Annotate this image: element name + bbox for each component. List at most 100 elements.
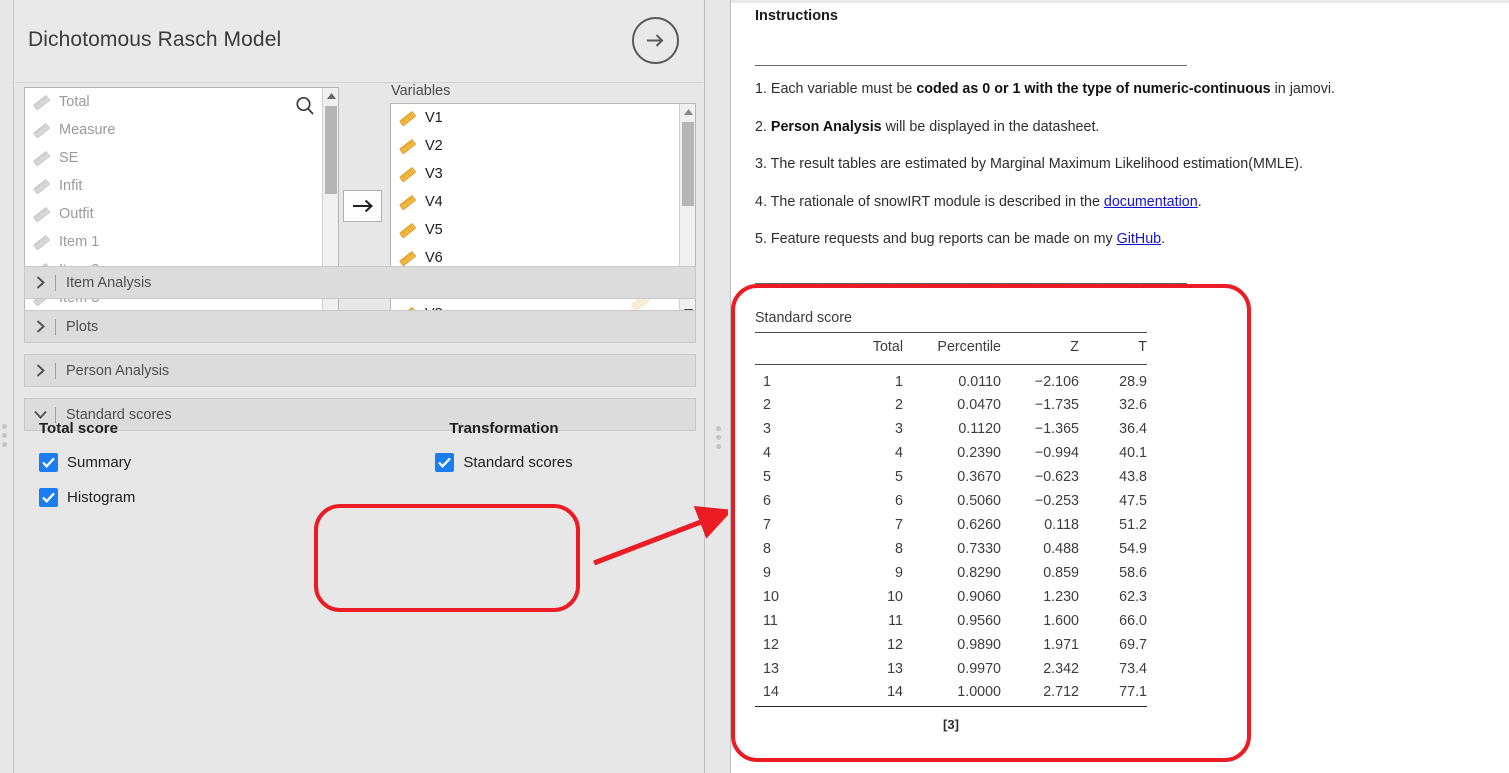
table-cell: 14: [763, 684, 779, 700]
variable-label: V2: [425, 138, 443, 154]
variable-item[interactable]: V2: [391, 132, 679, 160]
checkbox-indicator: [39, 488, 58, 507]
transformation-group-title: Transformation: [449, 420, 559, 437]
transfer-to-variables-button[interactable]: [343, 190, 382, 222]
instruction-emphasis: Person Analysis: [770, 118, 882, 135]
table-cell: 77.1: [1119, 684, 1147, 700]
ruler-icon: [399, 138, 416, 154]
instruction-text: .: [1161, 231, 1166, 248]
search-variables-button[interactable]: [294, 95, 316, 117]
ruler-icon: [33, 94, 50, 110]
table-cell: 10: [887, 589, 903, 605]
table-cell: 69.7: [1119, 637, 1147, 653]
standard-score-table-block[interactable]: Standard score Total Percentile Z T 1 1 0.011…: [755, 310, 1155, 732]
table-cell: 66.0: [1119, 613, 1147, 629]
table-column-header: Total: [819, 332, 903, 365]
variable-label: Measure: [59, 122, 116, 138]
arrow-right-icon: [352, 199, 373, 213]
available-variable-item[interactable]: Infit: [25, 172, 322, 200]
available-variable-item[interactable]: Measure: [25, 116, 322, 144]
scrollbar-thumb[interactable]: [325, 106, 337, 194]
table-row: 11 11 0.9560 1.600 66.0: [755, 609, 1147, 633]
hide-options-button[interactable]: [632, 17, 679, 64]
section-header-plots[interactable]: Plots: [24, 310, 696, 343]
instructions-block: Instructions ___________________________…: [755, 8, 1495, 298]
table-cell: 12: [763, 637, 779, 653]
app-root: Dichotomous Rasch Model Total Measure SE…: [0, 0, 1509, 773]
table-cell: 7: [895, 517, 903, 533]
panel-splitter[interactable]: [704, 0, 731, 773]
table-row: 4 4 0.2390 −0.994 40.1: [755, 441, 1147, 465]
variable-item[interactable]: V4: [391, 188, 679, 216]
scroll-up-arrow[interactable]: [323, 88, 339, 103]
instruction-item: 3. The result tables are estimated by Ma…: [755, 155, 1495, 174]
available-variable-item[interactable]: Total: [25, 88, 322, 116]
table-cell: 2.712: [1043, 684, 1079, 700]
check-icon: [42, 492, 55, 503]
instruction-text: in jamovi.: [1270, 81, 1335, 97]
check-icon: [42, 457, 55, 468]
table-row: 2 2 0.0470 −1.735 32.6: [755, 393, 1147, 417]
table-cell: 1: [895, 374, 903, 390]
instruction-number: 1.: [755, 81, 771, 97]
instruction-text: will be displayed in the datasheet.: [881, 118, 1100, 135]
section-header-item-analysis[interactable]: Item Analysis: [24, 266, 696, 299]
available-variable-item[interactable]: SE: [25, 144, 322, 172]
scrollbar-thumb[interactable]: [682, 122, 694, 206]
table-row: 9 9 0.8290 0.859 58.6: [755, 561, 1147, 585]
table-row: 1 1 0.0110 −2.106 28.9: [755, 365, 1147, 394]
ruler-icon: [33, 206, 50, 222]
table-cell: 51.2: [1119, 517, 1147, 533]
table-cell: 32.6: [1119, 397, 1147, 413]
table-cell: 62.3: [1119, 589, 1147, 605]
chevron-down-icon: [33, 410, 47, 419]
variable-item[interactable]: V5: [391, 216, 679, 244]
table-row: 5 5 0.3670 −0.623 43.8: [755, 465, 1147, 489]
results-top-divider: [731, 0, 1509, 3]
checkbox-histogram[interactable]: Histogram: [39, 488, 354, 507]
variable-label: V4: [425, 194, 443, 210]
section-toggle-icon[interactable]: [25, 410, 55, 419]
available-variable-item[interactable]: Outfit: [25, 200, 322, 228]
table-cell: 54.9: [1119, 541, 1147, 557]
standard-score-table[interactable]: Total Percentile Z T 1 1 0.0110 −2.106 28.9 2 2 0.…: [755, 332, 1147, 706]
table-cell: 7: [763, 517, 771, 533]
variable-item[interactable]: V1: [391, 104, 679, 132]
section-toggle-icon[interactable]: [25, 276, 55, 289]
link-github[interactable]: GitHub: [1117, 231, 1162, 247]
section-divider: [55, 362, 56, 379]
link-documentation[interactable]: documentation: [1104, 194, 1198, 210]
table-cell: 0.488: [1043, 541, 1079, 557]
available-variable-item[interactable]: Item 1: [25, 228, 322, 256]
table-cell: 1.971: [1043, 637, 1079, 653]
splitter-grip-dots: [2, 424, 7, 451]
section-header-person-analysis[interactable]: Person Analysis: [24, 354, 696, 387]
checkbox-indicator: [39, 453, 58, 472]
variable-label: V3: [425, 166, 443, 182]
left-panel-splitter[interactable]: [0, 0, 14, 773]
checkbox-summary[interactable]: Summary: [39, 453, 354, 472]
scroll-up-arrow[interactable]: [680, 104, 695, 119]
instruction-number: 2.: [755, 118, 771, 135]
section-toggle-icon[interactable]: [25, 364, 55, 377]
checkbox-label: Histogram: [67, 489, 136, 506]
table-cell: 40.1: [1119, 445, 1147, 461]
ruler-icon: [33, 178, 50, 194]
table-cell: 0.9060: [957, 589, 1001, 605]
checkbox-label: Standard scores: [463, 454, 573, 471]
variable-label: V1: [425, 110, 443, 126]
instruction-item: 5. Feature requests and bug reports can …: [755, 230, 1495, 249]
table-column-header: Percentile: [903, 332, 1001, 365]
ruler-icon: [33, 234, 50, 250]
results-panel[interactable]: Instructions ___________________________…: [731, 0, 1509, 773]
variable-label: V5: [425, 222, 443, 238]
checkbox-standard-scores[interactable]: Standard scores: [354, 453, 654, 472]
section-toggle-icon[interactable]: [25, 320, 55, 333]
table-cell: 1: [763, 374, 771, 390]
section-label: Plots: [66, 318, 99, 335]
table-cell: 2.342: [1043, 661, 1079, 677]
variable-item[interactable]: V3: [391, 160, 679, 188]
table-row: 13 13 0.9970 2.342 73.4: [755, 657, 1147, 681]
table-cell: −1.365: [1034, 421, 1079, 437]
table-cell: −0.623: [1034, 469, 1079, 485]
